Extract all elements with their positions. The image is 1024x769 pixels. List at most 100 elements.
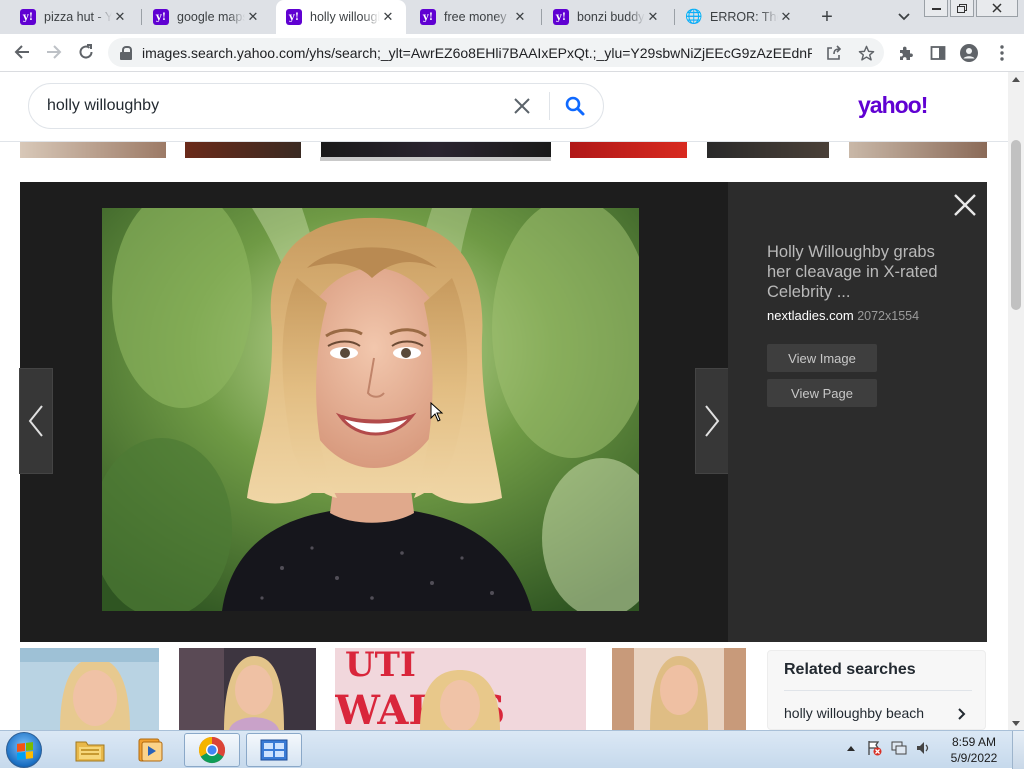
clock-time: 8:59 AM — [951, 735, 997, 749]
preview-details-panel: Holly Willoughby grabs her cleavage in X… — [728, 182, 987, 642]
scrollbar-thumb[interactable] — [1011, 140, 1021, 310]
chevron-left-icon — [28, 405, 43, 437]
back-arrow-icon[interactable] — [8, 38, 36, 66]
image-title[interactable]: Holly Willoughby grabs her cleavage in X… — [767, 242, 947, 302]
volume-speaker-icon[interactable] — [915, 740, 931, 756]
close-window-icon[interactable] — [976, 0, 1018, 17]
system-clock[interactable]: 8:59 AM 5/9/2022 — [944, 734, 1004, 766]
tab-google-maps[interactable]: y! google maps - Yahoo Search ✕ — [143, 0, 271, 34]
reload-icon[interactable] — [72, 38, 100, 66]
lock-icon[interactable] — [120, 45, 132, 60]
view-page-button[interactable]: View Page — [767, 379, 877, 407]
result-thumbnail[interactable] — [612, 648, 746, 730]
profile-avatar-icon[interactable] — [958, 42, 980, 64]
result-thumbnail[interactable] — [185, 142, 301, 158]
tab-title: free money - Yahoo Search — [444, 10, 512, 24]
tab-free-money[interactable]: y! free money - Yahoo Search ✕ — [410, 0, 538, 34]
image-meta: nextladies.com 2072x1554 — [767, 308, 919, 323]
scroll-down-arrow-icon[interactable] — [1008, 716, 1024, 730]
extensions-puzzle-icon[interactable] — [895, 42, 917, 64]
tab-title: ERROR: The requested URL — [710, 10, 778, 24]
related-searches-panel: Related searches holly willoughby beach — [767, 650, 986, 730]
tab-divider — [141, 9, 142, 25]
network-icon[interactable] — [891, 740, 907, 756]
preview-photo[interactable] — [102, 208, 639, 611]
view-image-button[interactable]: View Image — [767, 344, 877, 372]
close-tab-icon[interactable]: ✕ — [112, 9, 128, 25]
search-divider — [549, 92, 550, 120]
yahoo-logo[interactable]: yahoo! — [858, 92, 928, 119]
result-thumbnail[interactable]: UTI WARDS — [335, 648, 586, 730]
related-search-link[interactable]: holly willoughby beach — [784, 705, 924, 721]
show-desktop-button[interactable] — [1012, 731, 1024, 769]
close-tab-icon[interactable]: ✕ — [245, 9, 261, 25]
clock-date: 5/9/2022 — [950, 751, 998, 765]
tab-error[interactable]: 🌐 ERROR: The requested URL ✕ — [676, 0, 804, 34]
search-input[interactable] — [47, 84, 507, 128]
taskbar-control-panel[interactable] — [246, 733, 302, 767]
close-tab-icon[interactable]: ✕ — [512, 9, 528, 25]
mouse-pointer-icon — [430, 401, 444, 422]
windows-logo-icon — [17, 742, 33, 760]
side-panel-icon[interactable] — [927, 42, 949, 64]
bookmark-star-icon[interactable] — [856, 43, 876, 63]
close-preview-icon[interactable] — [952, 192, 978, 218]
new-tab-button[interactable]: + — [815, 5, 839, 29]
result-thumbnail[interactable] — [707, 142, 829, 158]
tab-title: bonzi buddy - Yahoo Search — [577, 10, 645, 24]
address-bar[interactable]: images.search.yahoo.com/yhs/search;_ylt=… — [108, 38, 884, 67]
tab-title: pizza hut - Yahoo Search — [44, 10, 112, 24]
scroll-up-arrow-icon[interactable] — [1008, 72, 1024, 86]
yahoo-favicon-icon: y! — [553, 9, 569, 25]
image-dimensions: 2072x1554 — [857, 309, 920, 323]
next-image-button[interactable] — [695, 368, 729, 474]
result-thumbnail[interactable] — [20, 648, 159, 730]
tab-title: google maps - Yahoo Search — [177, 10, 245, 24]
yahoo-favicon-icon: y! — [420, 9, 436, 25]
yahoo-favicon-icon: y! — [20, 9, 36, 25]
tab-divider — [541, 9, 542, 25]
result-thumbnail[interactable] — [20, 142, 166, 158]
yahoo-favicon-icon: y! — [286, 9, 302, 25]
taskbar-explorer[interactable] — [62, 733, 118, 767]
previous-image-button[interactable] — [19, 368, 53, 474]
tab-title: holly willoughby - Yahoo — [310, 10, 380, 24]
related-divider — [784, 690, 972, 691]
windows-taskbar: 8:59 AM 5/9/2022 — [0, 730, 1024, 769]
tab-strip: y! pizza hut - Yahoo Search ✕ y! google … — [0, 0, 1024, 34]
chevron-right-icon[interactable] — [958, 707, 966, 723]
show-hidden-icons-chevron[interactable] — [843, 740, 859, 756]
result-thumbnail[interactable] — [570, 142, 687, 158]
clear-search-icon[interactable] — [511, 95, 533, 117]
tab-holly-willoughby[interactable]: y! holly willoughby - Yahoo ✕ — [276, 0, 406, 34]
restore-window-icon[interactable] — [950, 0, 974, 17]
tab-search-chevron-icon[interactable] — [893, 7, 915, 27]
taskbar-chrome[interactable] — [184, 733, 240, 767]
close-tab-icon[interactable]: ✕ — [380, 9, 396, 25]
close-tab-icon[interactable]: ✕ — [645, 9, 661, 25]
image-source-link[interactable]: nextladies.com — [767, 308, 854, 323]
chevron-right-icon — [705, 405, 720, 437]
tab-bonzi-buddy[interactable]: y! bonzi buddy - Yahoo Search ✕ — [543, 0, 671, 34]
start-button[interactable] — [6, 732, 42, 768]
tab-pizza-hut[interactable]: y! pizza hut - Yahoo Search ✕ — [10, 0, 138, 34]
action-center-flag-icon[interactable] — [866, 740, 882, 756]
taskbar-media-player[interactable] — [122, 733, 178, 767]
share-icon[interactable] — [824, 43, 844, 63]
forward-arrow-icon[interactable] — [40, 38, 68, 66]
related-searches-heading: Related searches — [784, 661, 916, 678]
yahoo-header: yahoo! — [0, 72, 1008, 142]
close-tab-icon[interactable]: ✕ — [778, 9, 794, 25]
minimize-window-icon[interactable] — [924, 0, 948, 17]
result-thumbnail[interactable] — [179, 648, 316, 730]
result-thumbnail[interactable] — [849, 142, 987, 158]
browser-toolbar: images.search.yahoo.com/yhs/search;_ylt=… — [0, 34, 1024, 72]
svg-text:UTI: UTI — [345, 648, 416, 685]
chrome-menu-kebab-icon[interactable] — [991, 42, 1013, 64]
page-scrollbar[interactable] — [1008, 72, 1024, 730]
search-box — [28, 83, 604, 129]
search-magnifier-icon[interactable] — [563, 94, 587, 118]
url-text[interactable]: images.search.yahoo.com/yhs/search;_ylt=… — [142, 45, 812, 61]
result-thumbnail-selected[interactable] — [321, 142, 551, 158]
control-panel-icon — [260, 739, 288, 761]
